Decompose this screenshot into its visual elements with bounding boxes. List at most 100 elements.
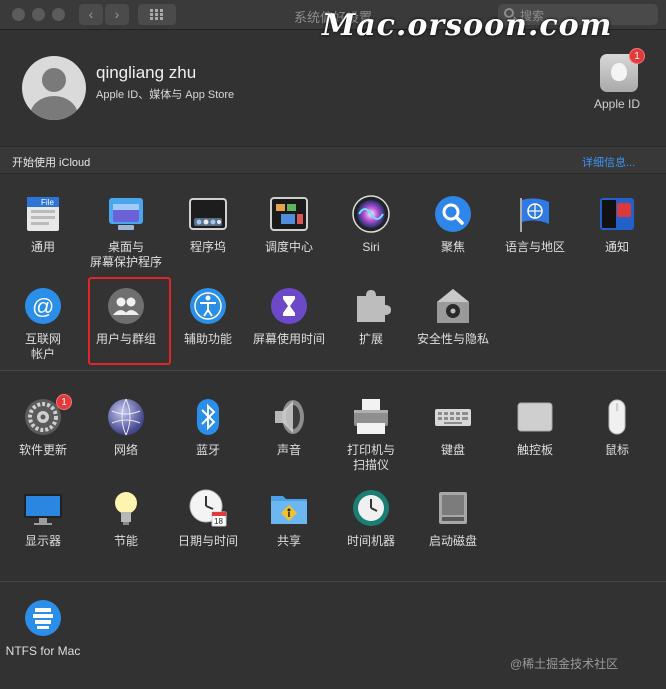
ntfs-for-mac-icon bbox=[23, 598, 63, 638]
siri-icon bbox=[351, 194, 391, 234]
spotlight-icon bbox=[433, 194, 473, 234]
pref-label: 通用 bbox=[30, 240, 55, 254]
apple-id-label[interactable]: Apple ID bbox=[594, 97, 640, 111]
pref-keyboard[interactable]: 键盘 bbox=[412, 397, 494, 458]
pref-label: 节能 bbox=[113, 534, 138, 548]
pref-network[interactable]: 网络 bbox=[85, 397, 167, 458]
pref-extensions[interactable]: 扩展 bbox=[330, 286, 412, 347]
keyboard-icon bbox=[433, 397, 473, 437]
energy-saver-icon bbox=[106, 488, 146, 528]
pref-energy-saver[interactable]: 节能 bbox=[85, 488, 167, 549]
pref-label: 显示器 bbox=[24, 534, 61, 548]
pref-label: 辅助功能 bbox=[183, 332, 232, 346]
svg-text:@: @ bbox=[32, 294, 54, 319]
pref-ntfs-for-mac[interactable]: NTFS for Mac bbox=[2, 598, 84, 659]
pref-time-machine[interactable]: 时间机器 bbox=[330, 488, 412, 549]
pref-sharing[interactable]: 共享 bbox=[248, 488, 330, 549]
mouse-icon bbox=[597, 397, 637, 437]
bluetooth-icon bbox=[188, 397, 228, 437]
avatar[interactable] bbox=[22, 56, 86, 120]
pref-label: 打印机与 扫描仪 bbox=[346, 443, 395, 472]
svg-text:18: 18 bbox=[214, 517, 223, 526]
trackpad-icon bbox=[515, 397, 555, 437]
users-groups-highlight-box bbox=[88, 277, 171, 365]
pref-label: 扩展 bbox=[358, 332, 383, 346]
apple-id-badge: 1 bbox=[629, 48, 645, 64]
mission-control-icon bbox=[269, 194, 309, 234]
printers-scanners-icon bbox=[351, 397, 391, 437]
pref-label: 安全性与隐私 bbox=[416, 332, 489, 346]
pref-label: 键盘 bbox=[440, 443, 465, 457]
pref-label: 共享 bbox=[276, 534, 301, 548]
accessibility-icon bbox=[188, 286, 228, 326]
pref-screen-time[interactable]: 屏幕使用时间 bbox=[248, 286, 330, 347]
screen-time-icon bbox=[269, 286, 309, 326]
pref-trackpad[interactable]: 触控板 bbox=[494, 397, 576, 458]
time-machine-icon bbox=[351, 488, 391, 528]
pref-bluetooth[interactable]: 蓝牙 bbox=[167, 397, 249, 458]
pref-desktop-screensaver[interactable]: 桌面与 屏幕保护程序 bbox=[85, 194, 167, 270]
pref-notifications[interactable]: 通知 bbox=[576, 194, 658, 255]
pref-mission-control[interactable]: 调度中心 bbox=[248, 194, 330, 255]
pref-sound[interactable]: 声音 bbox=[248, 397, 330, 458]
extensions-icon bbox=[351, 286, 391, 326]
pref-mouse[interactable]: 鼠标 bbox=[576, 397, 658, 458]
general-icon: File bbox=[23, 194, 63, 234]
pref-label: 语言与地区 bbox=[504, 240, 565, 254]
pref-siri[interactable]: Siri bbox=[330, 194, 412, 255]
sound-icon bbox=[269, 397, 309, 437]
network-icon bbox=[106, 397, 146, 437]
pref-label: 蓝牙 bbox=[195, 443, 220, 457]
icloud-prompt: 开始使用 iCloud bbox=[12, 157, 91, 169]
pref-label: 桌面与 屏幕保护程序 bbox=[89, 240, 162, 269]
user-name: qingliang zhu bbox=[96, 63, 197, 82]
svg-text:File: File bbox=[41, 198, 54, 207]
pref-label: 启动磁盘 bbox=[428, 534, 477, 548]
pref-label: 程序坞 bbox=[189, 240, 226, 254]
pref-startup-disk[interactable]: 启动磁盘 bbox=[412, 488, 494, 549]
pref-label: 鼠标 bbox=[604, 443, 629, 457]
pref-software-update[interactable]: 软件更新 bbox=[2, 397, 84, 458]
pref-displays[interactable]: 显示器 bbox=[2, 488, 84, 549]
pref-general[interactable]: File 通用 bbox=[2, 194, 84, 255]
icloud-bar: 开始使用 iCloud 详细信息... bbox=[0, 146, 666, 174]
pref-date-time[interactable]: 18 日期与时间 bbox=[167, 488, 249, 549]
footer-watermark: @稀土掘金技术社区 bbox=[510, 657, 619, 671]
account-subtitle: Apple ID、媒体与 App Store bbox=[96, 89, 235, 101]
avatar-head bbox=[42, 68, 66, 92]
desktop-screensaver-icon bbox=[106, 194, 146, 234]
pref-label: 屏幕使用时间 bbox=[252, 332, 325, 346]
software-update-badge: 1 bbox=[56, 394, 72, 410]
apple-logo-icon bbox=[611, 63, 627, 81]
startup-disk-icon bbox=[433, 488, 473, 528]
site-watermark: Mac.orsoon.com bbox=[322, 8, 613, 43]
pref-accessibility[interactable]: 辅助功能 bbox=[167, 286, 249, 347]
pref-label: 网络 bbox=[113, 443, 138, 457]
pref-label: 软件更新 bbox=[18, 443, 67, 457]
pref-label: 触控板 bbox=[516, 443, 553, 457]
displays-icon bbox=[23, 488, 63, 528]
pref-label: 互联网 帐户 bbox=[24, 332, 61, 361]
pref-label: 声音 bbox=[276, 443, 301, 457]
pref-label: 通知 bbox=[604, 240, 629, 254]
pref-label: 调度中心 bbox=[264, 240, 313, 254]
icloud-details-link[interactable]: 详细信息... bbox=[582, 154, 635, 170]
pref-label: 聚焦 bbox=[440, 240, 465, 254]
notifications-icon bbox=[597, 194, 637, 234]
pref-dock[interactable]: 程序坞 bbox=[167, 194, 249, 255]
dock-icon bbox=[188, 194, 228, 234]
pref-label: 日期与时间 bbox=[177, 534, 238, 548]
pref-language-region[interactable]: 语言与地区 bbox=[494, 194, 576, 255]
pref-internet-accounts[interactable]: @ 互联网 帐户 bbox=[2, 286, 84, 362]
date-time-icon: 18 bbox=[188, 488, 228, 528]
internet-accounts-icon: @ bbox=[23, 286, 63, 326]
pref-security-privacy[interactable]: 安全性与隐私 bbox=[412, 286, 494, 347]
avatar-body bbox=[30, 96, 78, 120]
sharing-icon bbox=[269, 488, 309, 528]
pref-label: 时间机器 bbox=[346, 534, 395, 548]
security-privacy-icon bbox=[433, 286, 473, 326]
pref-printers-scanners[interactable]: 打印机与 扫描仪 bbox=[330, 397, 412, 473]
language-region-icon bbox=[515, 194, 555, 234]
pref-label: NTFS for Mac bbox=[5, 644, 81, 658]
pref-spotlight[interactable]: 聚焦 bbox=[412, 194, 494, 255]
